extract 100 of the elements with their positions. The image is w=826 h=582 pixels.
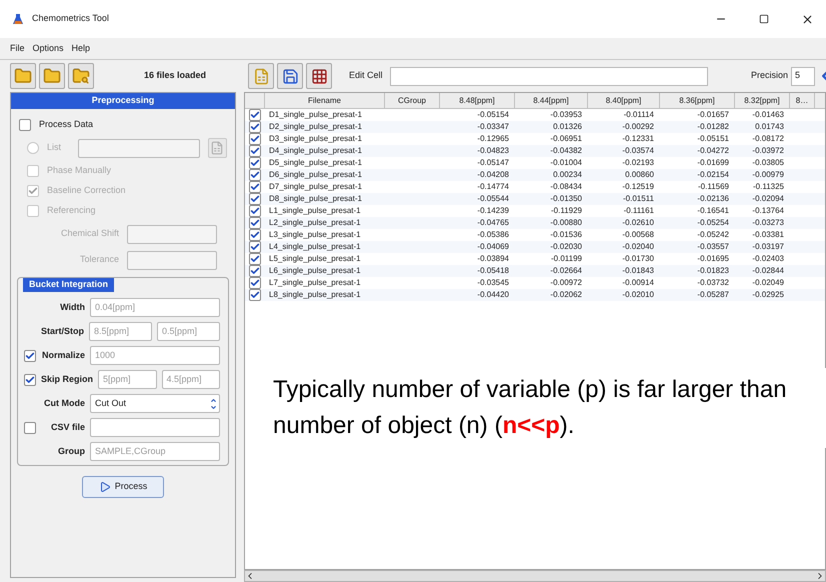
- checkbox[interactable]: [249, 109, 261, 121]
- field-label: Tolerance: [78, 253, 119, 266]
- input-field[interactable]: [90, 418, 220, 437]
- horizontal-scrollbar[interactable]: [244, 570, 826, 582]
- table-cell-text: -0.03347: [476, 121, 510, 133]
- field-label: Normalize: [41, 348, 85, 362]
- table-cell-text: -0.01004: [549, 157, 583, 169]
- spinner-icon: [210, 396, 219, 410]
- field-label: Cut Mode: [43, 396, 85, 410]
- column-header[interactable]: 8.32[ppm]: [735, 93, 790, 108]
- table-cell-text: -0.01657: [696, 109, 730, 121]
- table-cell-text: -0.03805: [751, 157, 785, 169]
- checkbox[interactable]: [24, 422, 36, 434]
- table-cell-text: -0.02062: [549, 289, 583, 301]
- checkbox[interactable]: [249, 169, 261, 181]
- grid-button[interactable]: [306, 63, 332, 89]
- table-cell-text: -0.12519: [621, 181, 655, 193]
- checkbox[interactable]: [24, 350, 36, 362]
- checkbox[interactable]: [249, 133, 261, 145]
- table-cell-text: D6_single_pulse_presat-1: [268, 169, 363, 181]
- table-cell-text: -0.00914: [621, 277, 655, 289]
- checkbox[interactable]: [249, 145, 261, 157]
- status-text: 16 files loaded: [144, 69, 206, 82]
- field-label: Chemical Shift: [60, 227, 119, 240]
- table-cell-text: -0.01282: [696, 121, 730, 133]
- table-cell-text: -0.01843: [621, 265, 655, 277]
- table-cell-text: -0.05287: [696, 289, 730, 301]
- table-cell-text: -0.02664: [549, 265, 583, 277]
- checkbox[interactable]: [249, 181, 261, 193]
- table-cell-text: -0.00880: [549, 217, 583, 229]
- table-cell-text: -0.08172: [751, 133, 785, 145]
- column-header[interactable]: 8.44[ppm]: [515, 93, 588, 108]
- input-field[interactable]: [127, 250, 217, 270]
- checkbox[interactable]: [249, 121, 261, 133]
- table-cell-text: L6_single_pulse_presat-1: [268, 265, 362, 277]
- table-cell-text: D8_single_pulse_presat-1: [268, 193, 363, 205]
- column-header[interactable]: CGroup: [385, 93, 440, 108]
- table-cell-text: -0.03381: [751, 229, 785, 241]
- table-cell-text: -0.02610: [621, 217, 655, 229]
- table-cell-text: -0.02154: [696, 169, 730, 181]
- table-cell-text: -0.01350: [549, 193, 583, 205]
- cut-mode-select[interactable]: Cut Out: [90, 394, 220, 413]
- checkbox[interactable]: [249, 217, 261, 229]
- table-cell-text: -0.02049: [751, 277, 785, 289]
- menu-item[interactable]: Options: [30, 42, 66, 56]
- checkbox[interactable]: [249, 157, 261, 169]
- checkbox[interactable]: [249, 265, 261, 277]
- checkbox[interactable]: [249, 277, 261, 289]
- table-cell-text: -0.00292: [621, 121, 655, 133]
- checkbox[interactable]: [249, 229, 261, 241]
- table-cell-text: -0.00979: [751, 169, 785, 181]
- table-cell-text: -0.05154: [476, 109, 510, 121]
- close-icon[interactable]: [801, 12, 814, 26]
- process-button[interactable]: Process: [82, 476, 164, 498]
- checkbox[interactable]: [249, 205, 261, 217]
- field-label: Width: [59, 300, 85, 314]
- table-cell-text: -0.03557: [696, 241, 730, 253]
- maximize-icon[interactable]: [759, 14, 769, 24]
- input-field[interactable]: [127, 224, 217, 244]
- table-cell-text: -0.04069: [476, 241, 510, 253]
- flask-icon: [12, 13, 24, 25]
- checkbox[interactable]: [249, 289, 261, 301]
- column-header[interactable]: 8…: [790, 93, 815, 108]
- column-header[interactable]: 8.40[ppm]: [588, 93, 660, 108]
- checkbox[interactable]: [249, 253, 261, 265]
- column-header[interactable]: 8.36[ppm]: [660, 93, 735, 108]
- table-cell-text: -0.04272: [696, 145, 730, 157]
- table-cell-text: -0.14774: [476, 181, 510, 193]
- folder-button[interactable]: [10, 63, 36, 89]
- precision-field[interactable]: 5: [791, 66, 815, 86]
- table-cell-text: -0.04823: [476, 145, 510, 157]
- table-cell-text: -0.02193: [621, 157, 655, 169]
- folder-search-icon: [72, 67, 90, 85]
- add-folder-button[interactable]: [39, 63, 65, 89]
- column-header[interactable]: Filename: [265, 93, 385, 108]
- checkbox[interactable]: [19, 119, 31, 131]
- field-label: CSV file: [50, 420, 85, 434]
- search-folder-button[interactable]: [68, 63, 94, 89]
- table-cell-text: -0.13764: [751, 205, 785, 217]
- table-cell-text: -0.12965: [476, 133, 510, 145]
- menu-item[interactable]: File: [8, 42, 27, 56]
- table-cell-text: L3_single_pulse_presat-1: [268, 229, 362, 241]
- edit-cell-field[interactable]: [390, 66, 708, 86]
- checkbox[interactable]: [24, 374, 36, 386]
- table-cell-text: -0.00972: [549, 277, 583, 289]
- play-icon: [98, 481, 111, 493]
- table-cell-text: -0.03273: [751, 217, 785, 229]
- checkbox[interactable]: [249, 241, 261, 253]
- option-label: Process Data: [39, 118, 94, 132]
- table-cell-text: D4_single_pulse_presat-1: [268, 145, 363, 157]
- column-header[interactable]: 8.48[ppm]: [440, 93, 515, 108]
- checkbox[interactable]: [249, 193, 261, 205]
- table-cell-text: -0.02094: [751, 193, 785, 205]
- menu-item[interactable]: Help: [70, 42, 92, 56]
- save-button[interactable]: [277, 63, 303, 89]
- table-cell-text: -0.05418: [476, 265, 510, 277]
- table-cell-text: L1_single_pulse_presat-1: [268, 205, 362, 217]
- input-field[interactable]: [78, 138, 200, 158]
- table-cell-text: -0.01699: [696, 157, 730, 169]
- table-cell-text: -0.02040: [621, 241, 655, 253]
